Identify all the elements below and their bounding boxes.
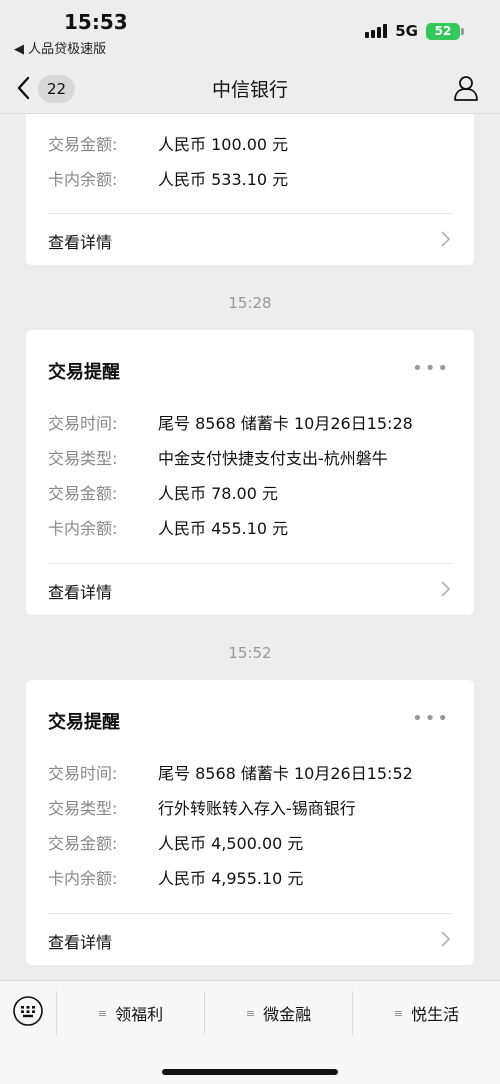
- row-label: 卡内余额:: [48, 519, 118, 538]
- message-card: 交易提醒 ••• 交易时间: 尾号 8568 储蓄卡 10月26日15:52 交…: [26, 680, 474, 965]
- row-label: 交易类型:: [48, 449, 118, 468]
- menu-list-icon: ≡: [245, 1006, 256, 1020]
- card-row-balance: 卡内余额: 人民币 533.10 元: [48, 166, 464, 190]
- menu-item-label: 悦生活: [411, 1005, 460, 1024]
- card-row-time: 交易时间: 尾号 8568 储蓄卡 10月26日15:52: [48, 760, 464, 784]
- row-value: 人民币 455.10 元: [158, 519, 289, 538]
- card-row-type: 交易类型: 中金支付快捷支付支出-杭州磐牛: [48, 445, 464, 469]
- view-details-label: 查看详情: [48, 233, 113, 252]
- page-title: 中信银行: [211, 79, 288, 101]
- network-type: 5G: [395, 22, 418, 40]
- more-icon[interactable]: •••: [412, 358, 450, 379]
- row-value: 人民币 100.00 元: [158, 135, 289, 154]
- status-indicators: 5G 52: [365, 22, 464, 40]
- view-details-button[interactable]: 查看详情: [48, 574, 452, 604]
- menu-item-label: 领福利: [115, 1005, 164, 1024]
- bottom-menu-bar: ≡ 领福利 ≡ 微金融 ≡ 悦生活: [0, 980, 500, 1084]
- card-row-type: 交易类型: 行外转账转入存入-锡商银行: [48, 795, 464, 819]
- divider: [48, 913, 452, 914]
- profile-icon[interactable]: [452, 74, 480, 102]
- menu-item-label: 微金融: [263, 1005, 312, 1024]
- status-bar: 15:53 ◀ 人品贷极速版 5G 52: [0, 0, 500, 62]
- card-title: 交易提醒: [48, 362, 120, 383]
- row-label: 交易时间:: [48, 764, 118, 783]
- card-row-balance: 卡内余额: 人民币 4,955.10 元: [48, 865, 464, 889]
- nav-bar: 22 中信银行: [0, 62, 500, 114]
- message-list[interactable]: 交易金额: 人民币 100.00 元 卡内余额: 人民币 533.10 元 查看…: [0, 114, 500, 980]
- message-card: 交易提醒 ••• 交易时间: 尾号 8568 储蓄卡 10月26日15:28 交…: [26, 330, 474, 615]
- row-value: 中金支付快捷支付支出-杭州磐牛: [158, 449, 388, 468]
- keyboard-icon[interactable]: [12, 995, 44, 1027]
- message-timestamp: 15:28: [228, 294, 272, 312]
- view-details-button[interactable]: 查看详情: [48, 224, 452, 254]
- status-time: 15:53: [64, 10, 128, 34]
- divider: [48, 213, 452, 214]
- more-icon[interactable]: •••: [412, 708, 450, 729]
- row-label: 交易金额:: [48, 484, 118, 503]
- divider: [48, 563, 452, 564]
- row-label: 卡内余额:: [48, 170, 118, 189]
- menu-item-benefits[interactable]: ≡ 领福利: [56, 991, 204, 1035]
- chevron-right-icon: [441, 231, 451, 247]
- signal-icon: [365, 24, 388, 38]
- row-value: 尾号 8568 储蓄卡 10月26日15:28: [158, 414, 413, 433]
- card-row-amount: 交易金额: 人民币 100.00 元: [48, 131, 464, 155]
- row-value: 人民币 4,500.00 元: [158, 834, 304, 853]
- row-value: 行外转账转入存入-锡商银行: [158, 799, 356, 818]
- battery-icon: 52: [426, 22, 464, 40]
- menu-list-icon: ≡: [393, 1006, 404, 1020]
- view-details-label: 查看详情: [48, 933, 113, 952]
- back-to-app-link[interactable]: ◀ 人品贷极速版: [14, 38, 106, 57]
- row-label: 交易时间:: [48, 414, 118, 433]
- row-value: 人民币 533.10 元: [158, 170, 289, 189]
- row-label: 卡内余额:: [48, 869, 118, 888]
- menu-list-icon: ≡: [97, 1006, 108, 1020]
- card-row-time: 交易时间: 尾号 8568 储蓄卡 10月26日15:28: [48, 410, 464, 434]
- row-value: 尾号 8568 储蓄卡 10月26日15:52: [158, 764, 413, 783]
- view-details-label: 查看详情: [48, 583, 113, 602]
- card-row-amount: 交易金额: 人民币 4,500.00 元: [48, 830, 464, 854]
- row-label: 交易金额:: [48, 834, 118, 853]
- message-card: 交易金额: 人民币 100.00 元 卡内余额: 人民币 533.10 元 查看…: [26, 114, 474, 265]
- home-indicator[interactable]: [162, 1069, 338, 1075]
- card-row-balance: 卡内余额: 人民币 455.10 元: [48, 515, 464, 539]
- chevron-right-icon: [441, 581, 451, 597]
- row-label: 交易金额:: [48, 135, 118, 154]
- view-details-button[interactable]: 查看详情: [48, 924, 452, 954]
- menu-item-lifestyle[interactable]: ≡ 悦生活: [352, 991, 500, 1035]
- message-timestamp: 15:52: [228, 644, 272, 662]
- chevron-right-icon: [441, 931, 451, 947]
- row-value: 人民币 4,955.10 元: [158, 869, 304, 888]
- card-row-amount: 交易金额: 人民币 78.00 元: [48, 480, 464, 504]
- card-title: 交易提醒: [48, 712, 120, 733]
- menu-item-finance[interactable]: ≡ 微金融: [204, 991, 352, 1035]
- row-label: 交易类型:: [48, 799, 118, 818]
- row-value: 人民币 78.00 元: [158, 484, 278, 503]
